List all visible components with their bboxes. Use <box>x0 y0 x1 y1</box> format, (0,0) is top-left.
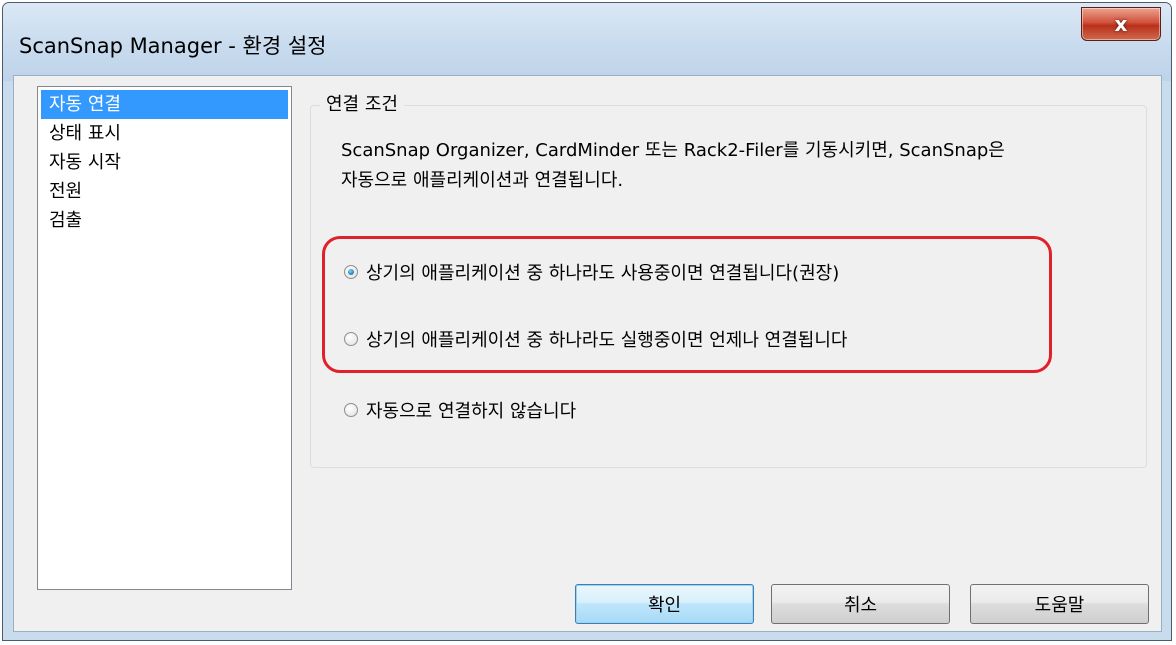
highlight-annotation <box>322 236 1052 373</box>
group-title: 연결 조건 <box>320 90 404 116</box>
sidebar-item-auto-start[interactable]: 자동 시작 <box>41 148 288 177</box>
help-button[interactable]: 도움말 <box>970 584 1149 624</box>
title-bar: ScanSnap Manager - 환경 설정 x <box>3 3 1171 81</box>
dialog-content: 자동 연결 상태 표시 자동 시작 전원 검출 연결 조건 ScanSnap O… <box>13 75 1162 632</box>
settings-window: ScanSnap Manager - 환경 설정 x 자동 연결 상태 표시 자… <box>2 2 1172 641</box>
description-line-1: ScanSnap Organizer, CardMinder 또는 Rack2-… <box>341 140 1005 161</box>
close-icon: x <box>1114 12 1128 36</box>
window-title: ScanSnap Manager - 환경 설정 <box>19 34 327 58</box>
description-text: ScanSnap Organizer, CardMinder 또는 Rack2-… <box>341 136 1141 196</box>
ok-button[interactable]: 확인 <box>575 584 754 624</box>
cancel-button[interactable]: 취소 <box>771 584 950 624</box>
description-line-2: 자동으로 애플리케이션과 연결됩니다. <box>341 170 624 191</box>
sidebar-item-status-display[interactable]: 상태 표시 <box>41 119 288 148</box>
radio-label: 자동으로 연결하지 않습니다 <box>366 401 577 422</box>
sidebar-item-detection[interactable]: 검출 <box>41 206 288 235</box>
category-list[interactable]: 자동 연결 상태 표시 자동 시작 전원 검출 <box>37 86 292 590</box>
sidebar-item-power[interactable]: 전원 <box>41 177 288 206</box>
close-button[interactable]: x <box>1081 7 1161 41</box>
radio-unchecked-icon[interactable] <box>344 403 358 417</box>
sidebar-item-auto-link[interactable]: 자동 연결 <box>41 90 288 119</box>
radio-no-auto-link[interactable]: 자동으로 연결하지 않습니다 <box>344 397 576 423</box>
